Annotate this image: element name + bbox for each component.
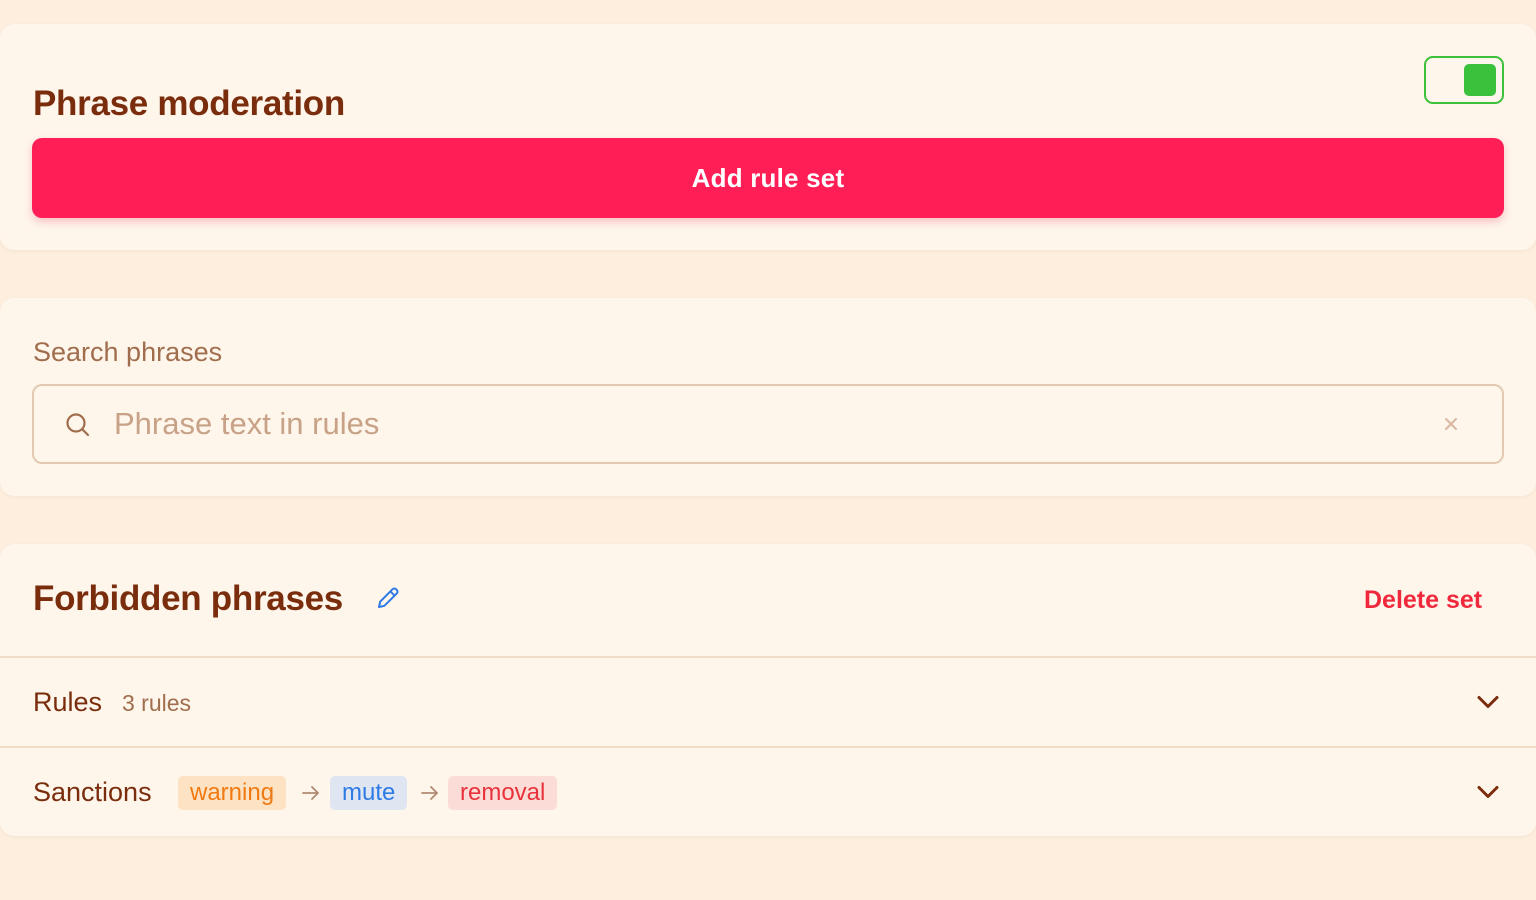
arrow-right-icon	[421, 786, 438, 800]
rules-count: 3 rules	[122, 690, 192, 716]
pencil-icon[interactable]	[374, 584, 402, 612]
sanctions-row[interactable]: Sanctions warning mute removal	[0, 748, 1536, 836]
add-rule-set-button[interactable]: Add rule set	[32, 138, 1504, 218]
rule-set-card: Forbidden phrases Delete set Rules 3 rul…	[0, 544, 1536, 836]
close-icon[interactable]	[1438, 411, 1464, 437]
sanctions-label: Sanctions	[33, 777, 152, 807]
chevron-down-icon[interactable]	[1474, 778, 1502, 806]
search-input[interactable]	[114, 386, 1414, 462]
toggle-knob	[1464, 64, 1496, 96]
rules-label: Rules	[33, 687, 103, 717]
moderation-title: Phrase moderation	[33, 84, 345, 123]
sanction-chip-removal: removal	[448, 776, 558, 810]
moderation-card: Phrase moderation Add rule set	[0, 24, 1536, 250]
arrow-right-icon	[302, 786, 319, 800]
rule-set-title: Forbidden phrases	[33, 579, 343, 618]
search-card: Search phrases	[0, 298, 1536, 496]
chevron-down-icon[interactable]	[1474, 688, 1502, 716]
search-label: Search phrases	[33, 337, 223, 367]
rules-row[interactable]: Rules 3 rules	[0, 658, 1536, 746]
search-box[interactable]	[32, 384, 1504, 464]
delete-set-button[interactable]: Delete set	[1344, 580, 1502, 620]
search-icon	[66, 413, 90, 437]
moderation-toggle[interactable]	[1424, 56, 1504, 104]
sanction-chip-warning: warning	[178, 776, 287, 810]
sanction-chip-mute: mute	[330, 776, 408, 810]
